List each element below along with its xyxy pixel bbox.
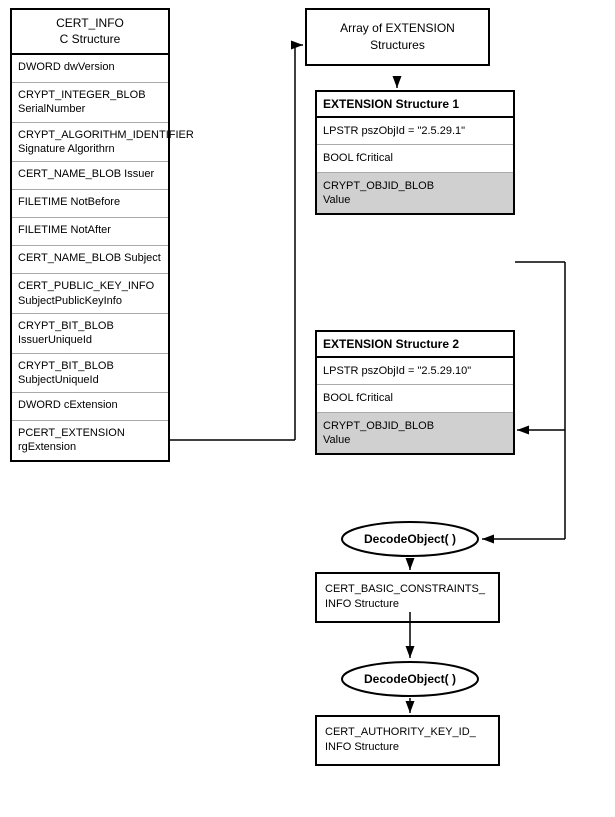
diagram: CERT_INFO C Structure DWORD dwVersion CR… bbox=[0, 0, 615, 817]
array-ext-box: Array of EXTENSION Structures bbox=[305, 8, 490, 66]
cert-info-row: DWORD cExtension bbox=[12, 393, 168, 421]
ext2-box: EXTENSION Structure 2 LPSTR pszObjId = "… bbox=[315, 330, 515, 455]
ext1-row3-line2: Value bbox=[323, 194, 350, 206]
cert-info-row: CRYPT_BIT_BLOB IssuerUniqueId bbox=[12, 314, 168, 354]
array-ext-title2: Structures bbox=[370, 38, 425, 52]
ext2-row1: LPSTR pszObjId = "2.5.29.10" bbox=[317, 358, 513, 385]
cert-authority-line1: CERT_AUTHORITY_KEY_ID_ bbox=[325, 726, 476, 738]
ext2-row3: CRYPT_OBJID_BLOB Value bbox=[317, 413, 513, 454]
cert-info-title-line2: C Structure bbox=[60, 32, 121, 46]
cert-basic-line2: INFO Structure bbox=[325, 598, 399, 610]
cert-info-row: CERT_NAME_BLOB Issuer bbox=[12, 162, 168, 190]
decode1-ellipse: DecodeObject( ) bbox=[340, 520, 480, 558]
ext1-box: EXTENSION Structure 1 LPSTR pszObjId = "… bbox=[315, 90, 515, 215]
cert-info-title: CERT_INFO C Structure bbox=[12, 10, 168, 55]
cert-info-row: FILETIME NotAfter bbox=[12, 218, 168, 246]
cert-info-row: DWORD dwVersion bbox=[12, 55, 168, 83]
cert-info-row: FILETIME NotBefore bbox=[12, 190, 168, 218]
ext1-row1: LPSTR pszObjId = "2.5.29.1" bbox=[317, 118, 513, 145]
ext1-row3: CRYPT_OBJID_BLOB Value bbox=[317, 173, 513, 214]
cert-info-row: PCERT_EXTENSION rgExtension bbox=[12, 421, 168, 460]
cert-basic-box: CERT_BASIC_CONSTRAINTS_ INFO Structure bbox=[315, 572, 500, 623]
cert-info-row: CERT_PUBLIC_KEY_INFO SubjectPublicKeyInf… bbox=[12, 274, 168, 314]
ext1-title: EXTENSION Structure 1 bbox=[317, 92, 513, 118]
decode2-ellipse: DecodeObject( ) bbox=[340, 660, 480, 698]
ext2-row3-line2: Value bbox=[323, 434, 350, 446]
array-ext-title1: Array of EXTENSION bbox=[340, 21, 455, 35]
cert-info-title-line1: CERT_INFO bbox=[56, 16, 124, 30]
cert-authority-box: CERT_AUTHORITY_KEY_ID_ INFO Structure bbox=[315, 715, 500, 766]
svg-text:DecodeObject( ): DecodeObject( ) bbox=[364, 672, 456, 686]
ext1-row3-line1: CRYPT_OBJID_BLOB bbox=[323, 180, 434, 192]
cert-authority-line2: INFO Structure bbox=[325, 741, 399, 753]
cert-info-rows: DWORD dwVersion CRYPT_INTEGER_BLOB Seria… bbox=[12, 55, 168, 460]
ext2-row2: BOOL fCritical bbox=[317, 385, 513, 412]
cert-info-row: CRYPT_INTEGER_BLOB SerialNumber bbox=[12, 83, 168, 123]
ext1-row2: BOOL fCritical bbox=[317, 145, 513, 172]
cert-info-box: CERT_INFO C Structure DWORD dwVersion CR… bbox=[10, 8, 170, 462]
cert-basic-line1: CERT_BASIC_CONSTRAINTS_ bbox=[325, 583, 485, 595]
ext2-title: EXTENSION Structure 2 bbox=[317, 332, 513, 358]
cert-info-row: CRYPT_ALGORITHM_IDENTIFIER Signature Alg… bbox=[12, 123, 168, 163]
ext2-row3-line1: CRYPT_OBJID_BLOB bbox=[323, 420, 434, 432]
cert-info-row: CERT_NAME_BLOB Subject bbox=[12, 246, 168, 274]
cert-info-row: CRYPT_BIT_BLOB SubjectUniqueId bbox=[12, 354, 168, 394]
svg-text:DecodeObject( ): DecodeObject( ) bbox=[364, 532, 456, 546]
